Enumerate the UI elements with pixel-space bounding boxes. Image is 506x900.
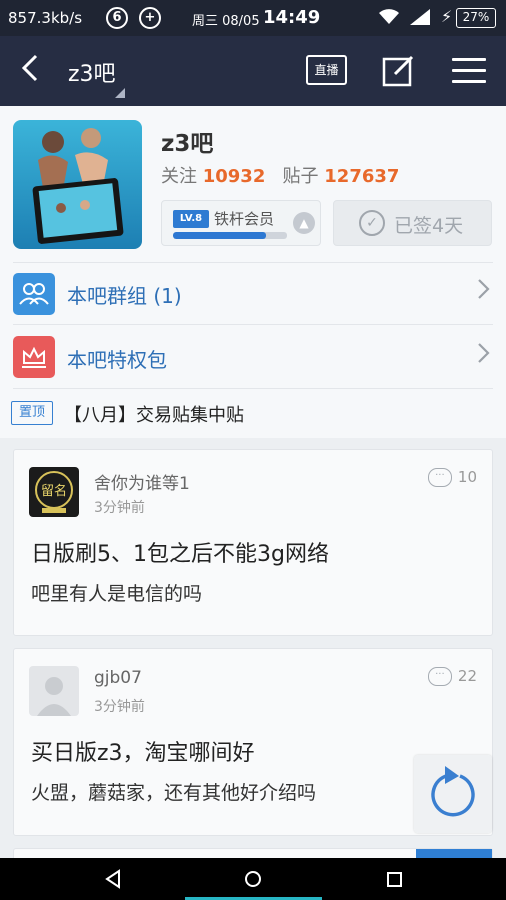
comment-icon: ··· [427, 468, 452, 487]
avatar-text: 留名 [41, 483, 67, 499]
pinned-post-row[interactable]: 置顶 【八月】交易贴集中贴 [0, 388, 506, 438]
check-icon: ✓ [359, 210, 385, 236]
post-body: 吧里有人是电信的吗 [31, 583, 203, 605]
comment-count: ··· 10 [427, 468, 477, 487]
post-time: 3分钟前 [94, 699, 145, 715]
network-speed: 857.3kb/s [8, 9, 83, 27]
group-icon [13, 273, 55, 315]
groups-label: 本吧群组 (1) [67, 284, 182, 308]
top-nav-bar: z3吧 直播 [0, 36, 506, 106]
post-author[interactable]: 舍你为谁等1 [94, 469, 190, 494]
system-nav-bar [0, 858, 506, 900]
crown-icon [13, 336, 55, 378]
status-date: 周三 08/05 [192, 14, 260, 29]
sign-in-button[interactable]: ✓ 已签4天 [333, 200, 492, 246]
system-back-icon[interactable] [100, 865, 128, 893]
charging-icon: ⚡ [441, 7, 453, 26]
chevron-right-icon [476, 276, 492, 308]
status-time: 14:49 [263, 7, 321, 28]
chevron-right-icon [476, 340, 492, 372]
signal-icon [408, 9, 432, 29]
forum-stats: 关注 10932 贴子 127637 [161, 162, 399, 188]
avatar[interactable] [29, 666, 79, 716]
post-body: 火盟，蘑菇家，还有其他好介绍吗 [31, 782, 317, 804]
system-recents-icon[interactable] [380, 865, 408, 893]
wifi-icon [378, 8, 400, 30]
level-badge: LV.8 [173, 210, 209, 228]
pinned-badge: 置顶 [11, 401, 53, 425]
posts-count: 127637 [324, 166, 400, 187]
live-button[interactable]: 直播 [306, 55, 347, 85]
forum-header: z3吧 关注 10932 贴子 127637 LV.8 铁杆会员 ▲ ✓ 已签4… [0, 106, 506, 262]
refresh-icon [431, 766, 475, 817]
level-progress-bar [173, 232, 287, 239]
pinned-post-title: 【八月】交易贴集中贴 [64, 405, 244, 426]
posts-label: 贴子 [282, 166, 319, 187]
member-title: 铁杆会员 [214, 210, 275, 228]
follow-label: 关注 [161, 166, 197, 187]
status-bar: 857.3kb/s 6 + 周三 08/05 14:49 ⚡ 27% [0, 0, 506, 36]
comment-icon: ··· [427, 667, 452, 686]
rocket-icon[interactable]: ▲ [293, 212, 315, 234]
next-post-card [13, 848, 493, 859]
refresh-button[interactable] [414, 755, 492, 833]
sign-in-label: 已签4天 [394, 215, 464, 237]
member-level-card[interactable]: LV.8 铁杆会员 ▲ [161, 200, 321, 246]
back-icon[interactable] [18, 50, 42, 95]
comment-count: ··· 22 [427, 667, 477, 686]
system-home-icon[interactable] [239, 865, 267, 893]
notification-app-icon: 6 [106, 7, 128, 29]
nav-title[interactable]: z3吧 [68, 56, 116, 88]
battery-icon: 27% [456, 8, 496, 28]
menu-icon[interactable] [452, 58, 486, 84]
post-title: 日版刷5、1包之后不能3g网络 [31, 542, 329, 567]
post-title: 买日版z3，淘宝哪间好 [31, 741, 255, 766]
post-author[interactable]: gjb07 [94, 668, 142, 688]
edit-icon[interactable] [382, 53, 416, 87]
post-time: 3分钟前 [94, 500, 145, 516]
dropdown-corner-icon [115, 88, 125, 98]
follow-count: 10932 [202, 166, 266, 187]
forum-privilege-row[interactable]: 本吧特权包 [0, 324, 506, 388]
avatar[interactable]: 留名 [29, 467, 79, 517]
forum-avatar[interactable] [13, 120, 142, 249]
forum-groups-row[interactable]: 本吧群组 (1) [0, 262, 506, 324]
privilege-label: 本吧特权包 [67, 348, 167, 372]
post-card[interactable]: 留名 舍你为谁等1 3分钟前 ··· 10 日版刷5、1包之后不能3g网络 吧里有… [13, 449, 493, 636]
forum-name: z3吧 [161, 131, 214, 157]
notification-add-icon: + [139, 7, 161, 29]
